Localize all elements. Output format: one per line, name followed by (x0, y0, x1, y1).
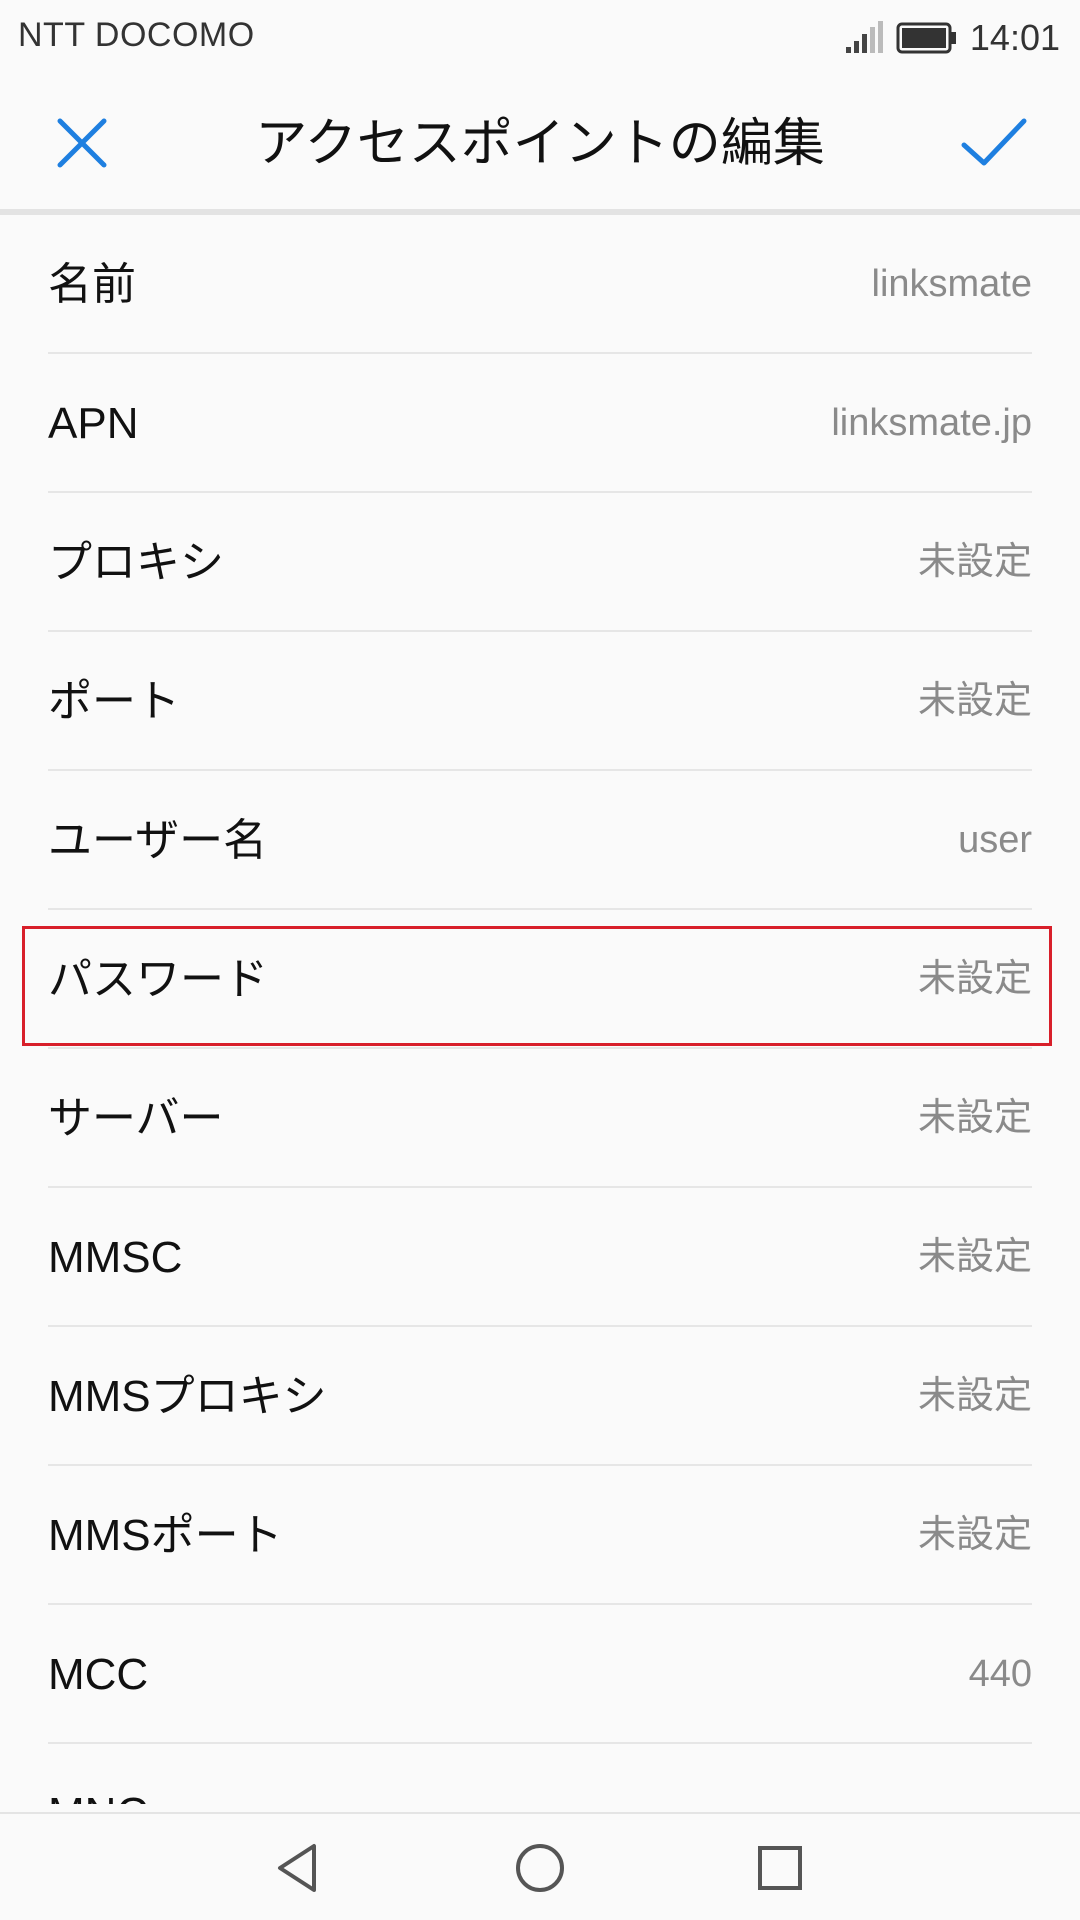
field-label: MMSプロキシ (48, 1372, 327, 1421)
field-value: 未設定 (917, 1236, 1032, 1278)
field-label: ユーザー名 (48, 816, 268, 865)
field-value: user (958, 819, 1032, 861)
nav-home-button[interactable] (504, 1832, 576, 1904)
apn-field-mcc[interactable]: MCC 440 (48, 1605, 1032, 1744)
field-label: ポート (48, 677, 180, 726)
apn-field-password[interactable]: パスワード 未設定 (48, 910, 1032, 1049)
apn-field-username[interactable]: ユーザー名 user (48, 771, 1032, 910)
apn-field-apn[interactable]: APN linksmate.jp (48, 354, 1032, 493)
apn-field-port[interactable]: ポート 未設定 (48, 632, 1032, 771)
confirm-button[interactable] (958, 107, 1030, 179)
apn-field-proxy[interactable]: プロキシ 未設定 (48, 493, 1032, 632)
field-value: 未設定 (917, 958, 1032, 1000)
field-label: MMSC (48, 1233, 183, 1282)
home-circle-icon (516, 1844, 564, 1892)
field-value: linksmate (871, 263, 1033, 305)
field-label: パスワード (48, 955, 268, 1004)
field-label: サーバー (48, 1094, 224, 1143)
field-value: linksmate.jp (831, 402, 1032, 444)
apn-field-mmsc[interactable]: MMSC 未設定 (48, 1188, 1032, 1327)
field-value: 未設定 (917, 1514, 1032, 1556)
field-value: 未設定 (917, 1097, 1032, 1139)
signal-icon (845, 21, 883, 53)
apn-field-mms-port[interactable]: MMSポート 未設定 (48, 1466, 1032, 1605)
apn-field-name[interactable]: 名前 linksmate (48, 215, 1032, 354)
status-bar: NTT DOCOMO 14:01 (0, 0, 1080, 78)
field-label: MNC (48, 1744, 148, 1804)
status-indicators: 14:01 (844, 14, 1060, 62)
nav-recents-button[interactable] (744, 1832, 816, 1904)
nav-back-button[interactable] (264, 1832, 336, 1904)
apn-field-mms-proxy[interactable]: MMSプロキシ 未設定 (48, 1327, 1032, 1466)
field-label: MCC (48, 1650, 149, 1699)
page-title: アクセスポイントの編集 (255, 114, 825, 174)
checkmark-icon (961, 118, 1027, 166)
field-value: 440 (968, 1653, 1032, 1695)
field-label: APN (48, 399, 139, 448)
field-label: 名前 (48, 260, 136, 309)
field-label: プロキシ (48, 538, 224, 587)
carrier-name: NTT DOCOMO (18, 16, 255, 54)
apn-field-mnc[interactable]: MNC (48, 1744, 1032, 1804)
back-triangle-icon (278, 1844, 316, 1892)
clock: 14:01 (969, 17, 1060, 58)
apn-field-server[interactable]: サーバー 未設定 (48, 1049, 1032, 1188)
navigation-bar (0, 1812, 1080, 1920)
field-value: 未設定 (917, 680, 1032, 722)
apn-settings-list: 名前 linksmate APN linksmate.jp プロキシ 未設定 ポ… (48, 215, 1032, 1804)
field-label: MMSポート (48, 1511, 283, 1560)
battery-icon (896, 22, 956, 54)
field-value: 未設定 (917, 541, 1032, 583)
recents-square-icon (758, 1846, 802, 1890)
field-value: 未設定 (917, 1375, 1032, 1417)
